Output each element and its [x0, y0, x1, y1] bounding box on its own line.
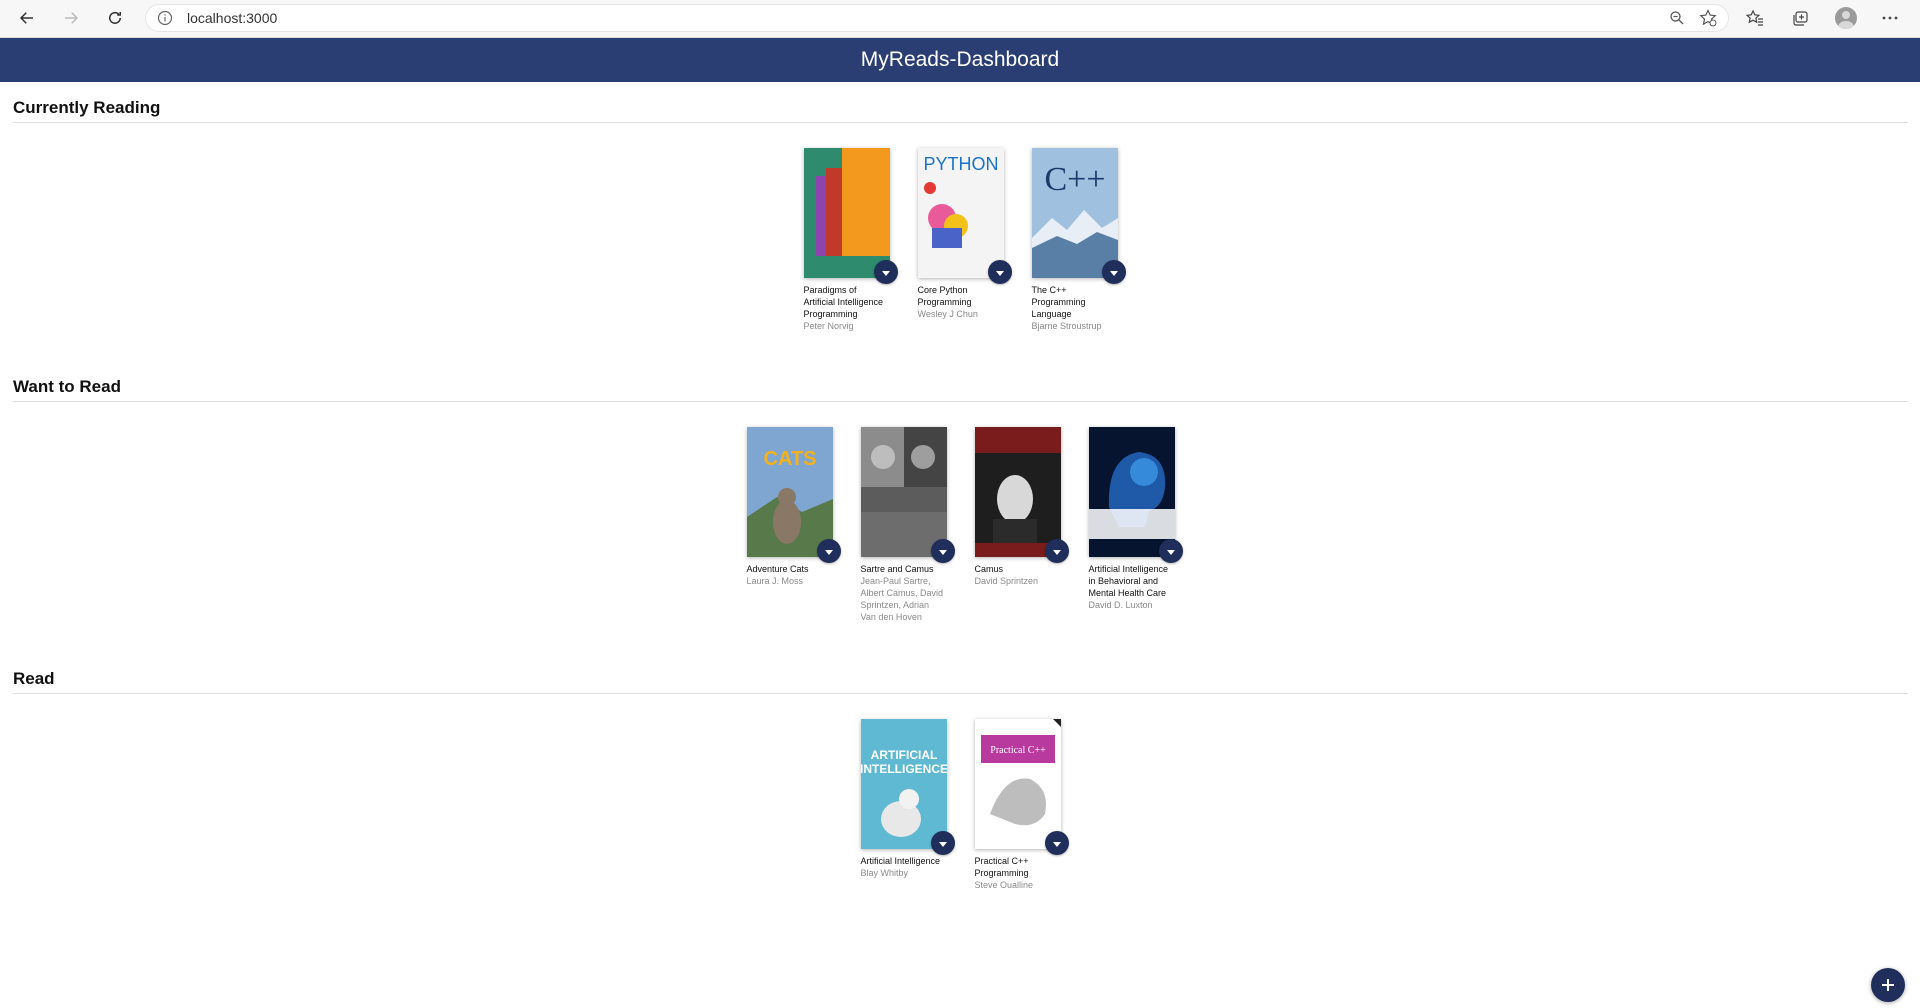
book-item: Practical C++ Practical C++ Programming …: [974, 719, 1069, 891]
more-menu-button[interactable]: [1880, 8, 1900, 28]
book-title: Practical C++ Programming: [974, 856, 1029, 878]
shelf-title: Currently Reading: [13, 98, 1908, 123]
refresh-button[interactable]: [102, 6, 128, 30]
svg-text:INTELLIGENCE: INTELLIGENCE: [861, 762, 947, 776]
favorites-button[interactable]: [1745, 8, 1765, 28]
svg-text:C++: C++: [1044, 161, 1105, 198]
book-cover: Practical C++: [974, 719, 1061, 849]
book-grid: CATS Adventure Cats Laura J. Moss Sartre…: [13, 427, 1908, 623]
app-header: MyReads-Dashboard: [0, 38, 1920, 82]
book-title: Sartre and Camus: [860, 564, 934, 574]
book-item: Camus David Sprintzen: [974, 427, 1069, 623]
book-item: Sartre and Camus Jean-Paul Sartre, Alber…: [860, 427, 955, 623]
book-title: Camus: [974, 564, 1004, 574]
svg-text:Practical C++: Practical C++: [990, 745, 1046, 756]
book-authors: David D. Luxton: [1088, 600, 1153, 610]
book-cover: [974, 427, 1061, 557]
book-item: Artificial Intelligence in Behavioral an…: [1088, 427, 1183, 623]
shelf-changer-button[interactable]: [930, 539, 955, 563]
shelf-changer-button[interactable]: [816, 539, 841, 563]
book-authors: Laura J. Moss: [746, 576, 804, 586]
book-grid: ARTIFICIAL INTELLIGENCE Artificial Intell…: [13, 719, 1908, 891]
book-cover: PYTHON: [917, 148, 1004, 278]
book-cover: CATS: [746, 427, 833, 557]
book-cover: [803, 148, 890, 278]
book-title: Paradigms of Artificial Intelligence Pro…: [803, 285, 884, 319]
book-cover: ARTIFICIAL INTELLIGENCE: [860, 719, 947, 849]
collections-button[interactable]: [1790, 8, 1810, 28]
shelf-currently-reading: Currently Reading Paradigms of Artificia…: [13, 98, 1908, 332]
shelf-changer-button[interactable]: [1044, 539, 1069, 563]
book-title: Artificial Intelligence in Behavioral an…: [1088, 564, 1169, 598]
shelf-changer-button[interactable]: [873, 260, 898, 284]
book-item: Paradigms of Artificial Intelligence Pro…: [803, 148, 898, 332]
back-button[interactable]: [14, 6, 40, 30]
forward-button[interactable]: [58, 6, 84, 30]
book-title: Adventure Cats: [746, 564, 809, 574]
book-authors: Peter Norvig: [803, 321, 854, 331]
add-book-button[interactable]: [1871, 968, 1905, 1002]
arrow-left-icon: [19, 12, 33, 24]
book-item: C++ The C++ Programming Language Bjarne …: [1031, 148, 1126, 332]
collections-icon: [1793, 11, 1808, 26]
shelf-read: Read ARTIFICIAL INTELLIGENCE Artificial I…: [13, 669, 1908, 891]
profile-avatar[interactable]: [1835, 7, 1857, 29]
shelf-title: Read: [13, 669, 1908, 694]
app-title: MyReads-Dashboard: [860, 48, 1060, 71]
favorites-icon: [1746, 9, 1763, 26]
svg-text:ARTIFICIAL: ARTIFICIAL: [870, 748, 937, 762]
book-grid: Paradigms of Artificial Intelligence Pro…: [13, 148, 1908, 332]
add-favorite-icon[interactable]: [1699, 9, 1717, 27]
shelf-changer-button[interactable]: [930, 831, 955, 855]
more-icon: [1882, 16, 1898, 20]
shelf-changer-button[interactable]: [1101, 260, 1126, 284]
refresh-icon: [109, 11, 121, 24]
book-cover: [860, 427, 947, 557]
svg-text:PYTHON: PYTHON: [923, 154, 998, 174]
arrow-right-icon: [65, 12, 79, 24]
book-item: CATS Adventure Cats Laura J. Moss: [746, 427, 841, 623]
book-item: ARTIFICIAL INTELLIGENCE Artificial Intell…: [860, 719, 955, 891]
book-authors: Jean-Paul Sartre, Albert Camus, David Sp…: [860, 576, 944, 622]
book-authors: Bjarne Stroustrup: [1031, 321, 1102, 331]
shelf-title: Want to Read: [13, 377, 1908, 402]
shelf-changer-button[interactable]: [1044, 831, 1069, 855]
book-authors: Wesley J Chun: [917, 309, 978, 319]
shelf-changer-button[interactable]: [987, 260, 1012, 284]
book-title: Artificial Intelligence: [860, 856, 941, 866]
url-text: localhost:3000: [187, 10, 278, 26]
book-title: Core Python Programming: [917, 285, 972, 307]
book-item: PYTHON Core Python Programming Wesley J …: [917, 148, 1012, 332]
info-icon[interactable]: [157, 10, 173, 26]
address-bar[interactable]: localhost:3000: [145, 4, 1729, 32]
book-cover: C++: [1031, 148, 1118, 278]
shelf-want-to-read: Want to Read CATS Adventure Cats Laura J…: [13, 377, 1908, 623]
book-authors: David Sprintzen: [974, 576, 1039, 586]
book-authors: Blay Whitby: [860, 868, 909, 878]
book-cover: [1088, 427, 1175, 557]
shelf-changer-button[interactable]: [1158, 539, 1183, 563]
book-title: The C++ Programming Language: [1031, 285, 1086, 319]
svg-text:CATS: CATS: [763, 448, 816, 470]
browser-toolbar: localhost:3000: [0, 0, 1920, 38]
book-authors: Steve Oualline: [974, 880, 1034, 890]
zoom-out-icon[interactable]: [1669, 10, 1685, 26]
